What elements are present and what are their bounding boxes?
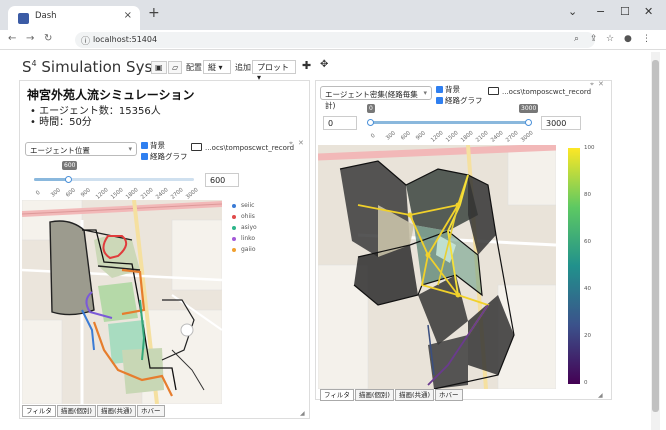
left-agent-map[interactable] [22,200,222,404]
left-route-checkbox[interactable]: 経路グラフ [141,151,188,162]
right-background-checkbox[interactable]: 背景 [436,84,460,95]
tab-filter[interactable]: フィルタ [320,389,354,401]
simulation-heading: 神宮外苑人流シミュレーション [27,88,195,102]
url-field[interactable]: ⓘ localhost:51404 [75,32,595,48]
tab-hover[interactable]: ホバー [435,389,463,401]
add-plot-select[interactable]: プロット ▾ [252,60,296,82]
info-icon[interactable]: ⓘ [81,34,90,47]
menu-dots-icon[interactable]: ⋮ [642,34,651,44]
right-folder-path[interactable]: ...ocs\tomposcwct_record [488,87,591,96]
resize-handle-icon[interactable]: ◢ [598,392,603,399]
panel-close-icon[interactable]: ✕ [298,139,304,147]
pin-icon[interactable]: ⌖ [590,80,594,89]
right-density-map[interactable] [318,145,556,389]
left-slider-handle[interactable] [65,176,72,183]
panel-close-icon[interactable]: ✕ [598,80,604,88]
tab-draw-individual[interactable]: 描画(個別) [56,405,96,417]
range-max-handle[interactable] [525,119,532,126]
close-window-button[interactable]: ✕ [644,5,653,18]
chevron-down-icon: ▾ [128,145,132,153]
zoom-icon[interactable]: ⌕ [574,34,579,44]
range-max-input[interactable]: 3000 [541,116,581,130]
tab-draw-common[interactable]: 描画(共通) [394,389,435,401]
layout-label: 配置 [186,63,202,72]
right-settings-tabs: フィルタ 描画(個別) 描画(共通) ホバー [320,389,464,401]
bookmark-star-icon[interactable]: ☆ [606,34,614,44]
colorbar-tick: 0 [584,380,588,386]
add-icon[interactable]: ✚ [302,59,311,72]
legend-item[interactable]: linko [232,235,257,246]
profile-icon[interactable]: ● [624,34,632,44]
scrollbar-thumb[interactable] [652,60,659,412]
back-icon[interactable]: ← [8,33,16,44]
open-folder-icon[interactable]: ▱ [168,61,183,74]
folder-icon [191,143,202,151]
legend-item[interactable]: gaiio [232,246,257,257]
range-max-bubble: 3000 [519,104,539,113]
legend-item[interactable]: asiyo [232,224,257,235]
new-tab-button[interactable]: + [148,5,160,21]
colorbar-tick: 40 [584,286,591,292]
forward-icon[interactable]: → [26,33,34,44]
share-icon[interactable]: ⇪ [590,34,598,44]
tab-close-icon[interactable]: × [124,10,132,21]
pin-icon[interactable]: ⌖ [289,139,293,148]
tab-draw-individual[interactable]: 描画(個別) [354,389,394,401]
reload-icon[interactable]: ↻ [44,33,52,44]
range-slider[interactable] [367,119,532,126]
colorbar-tick: 100 [584,145,595,151]
density-colorbar [568,148,580,384]
right-route-checkbox[interactable]: 経路グラフ [436,95,483,106]
resize-handle-icon[interactable]: ◢ [300,410,305,417]
checkbox-icon [436,86,443,93]
range-min-handle[interactable] [367,119,374,126]
tab-title: Dash [35,11,57,21]
left-settings-tabs: フィルタ 描画(個別) 描画(共通) ホバー [22,405,166,417]
url-text: localhost:51404 [93,35,158,44]
checkbox-icon [436,97,443,104]
browser-tab-strip: Dash × + ⌄ − ☐ ✕ [0,0,666,30]
colorbar-tick: 20 [584,333,591,339]
folder-icon [488,87,499,95]
left-slider-bubble: 600 [62,161,78,170]
time-text: • 時間：50分 [30,117,92,128]
tab-filter[interactable]: フィルタ [22,405,56,417]
left-time-input[interactable]: 600 [205,173,239,187]
minimize-button[interactable]: − [596,5,605,18]
tab-hover[interactable]: ホバー [137,405,165,417]
dash-favicon-icon [18,13,29,24]
left-plot-type-dropdown[interactable]: エージェント位置 ▾ [25,142,137,156]
range-min-bubble: 0 [367,104,375,113]
colorbar-tick: 60 [584,239,591,245]
range-min-input[interactable]: 0 [323,116,357,130]
add-label: 追加 [235,63,251,72]
maximize-button[interactable]: ☐ [620,5,630,18]
save-icon[interactable]: ▣ [151,61,167,74]
legend-item[interactable]: seiic [232,202,257,213]
left-folder-path[interactable]: ...ocs\tomposcwct_record [191,143,294,152]
move-icon[interactable]: ✥ [320,59,328,70]
tab-search-icon[interactable]: ⌄ [568,5,577,18]
left-time-slider[interactable] [34,176,194,183]
tab-draw-common[interactable]: 描画(共通) [96,405,137,417]
right-plot-type-dropdown[interactable]: エージェント密集(経路毎集計) ▾ [320,86,432,110]
page-scrollbar[interactable] [651,52,660,430]
layout-select[interactable]: 縦 ▾ [203,60,231,74]
left-background-checkbox[interactable]: 背景 [141,140,165,151]
checkbox-icon [141,142,148,149]
browser-tab[interactable]: Dash × [8,6,140,30]
legend-item[interactable]: ohiis [232,213,257,224]
checkbox-icon [141,153,148,160]
left-map-legend: seiic ohiis asiyo linko gaiio [232,202,257,257]
address-bar-row: ← → ↻ ⓘ localhost:51404 ⌕ ⇪ ☆ ● ⋮ [0,30,666,50]
colorbar-tick: 80 [584,192,591,198]
chevron-down-icon: ▾ [423,89,427,97]
